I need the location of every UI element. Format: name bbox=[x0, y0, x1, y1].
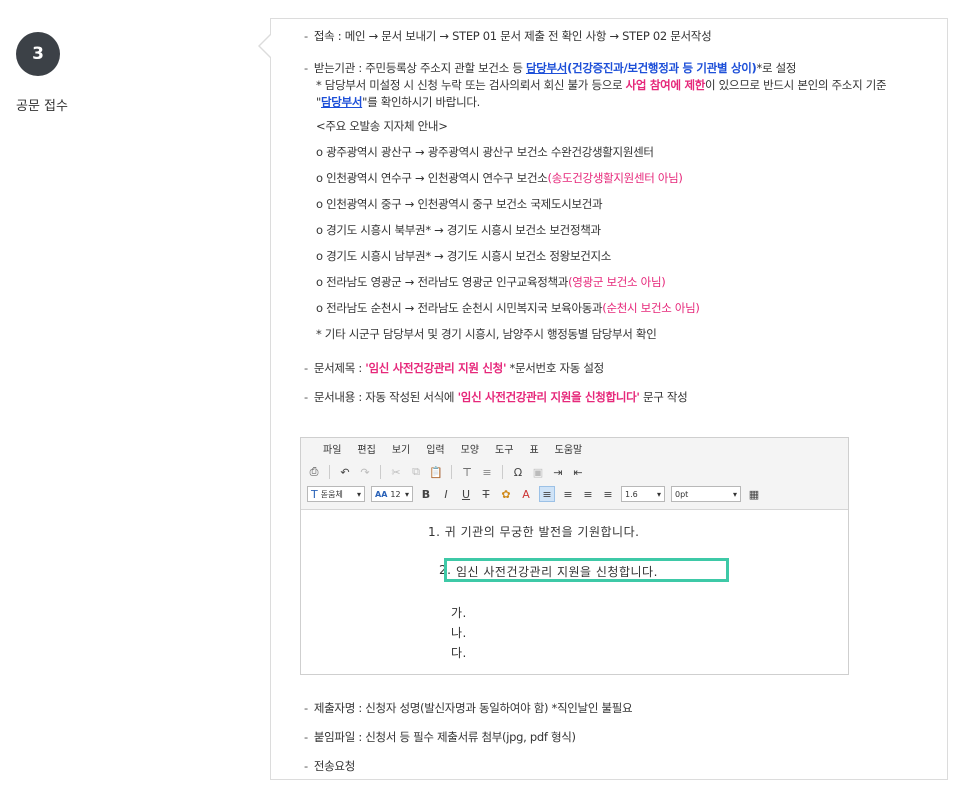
menu-view[interactable]: 보기 bbox=[384, 442, 418, 460]
instruction-box: - 접속 : 메인 → 문서 보내기 → STEP 01 문서 제출 전 확인 사… bbox=[258, 18, 948, 780]
redo-icon[interactable]: ↷ bbox=[358, 465, 372, 479]
item-title: - 문서제목 : '임신 사전건강관리 지원 신청' *문서번호 자동 설정 bbox=[304, 361, 604, 375]
guide-item: o 경기도 시흥시 북부권* → 경기도 시흥시 보건소 보건정책과 bbox=[316, 223, 601, 237]
item-recipient: - 받는기관 : 주민등록상 주소지 관할 보건소 등 담당부서(건강증진과/보건… bbox=[304, 61, 797, 75]
bold-icon[interactable]: B bbox=[419, 487, 433, 501]
guide-item: o 전라남도 순천시 → 전라남도 순천시 시민복지국 보육아동과(순천시 보건… bbox=[316, 301, 700, 315]
strikethrough-icon[interactable]: T bbox=[479, 487, 493, 501]
step-label: 공문 접수 bbox=[16, 99, 68, 114]
special-char-icon[interactable]: Ω bbox=[511, 465, 525, 479]
toolbar-row-1: ⎙ ↶ ↷ ✂ ⧉ 📋 ⊤ ≡ Ω ▣ ⇥ ⇤ bbox=[307, 463, 585, 481]
editor-line: 1. 귀 기관의 무궁한 발전을 기원합니다. bbox=[428, 525, 640, 539]
align-justify-icon[interactable]: ≡ bbox=[601, 487, 615, 501]
item-submitter: - 제출자명 : 신청자 성명(발신자명과 동일하여야 함) *직인날인 불필요 bbox=[304, 701, 633, 715]
image-icon[interactable]: ▣ bbox=[531, 465, 545, 479]
item-connect: - 접속 : 메인 → 문서 보내기 → STEP 01 문서 제출 전 확인 사… bbox=[304, 29, 712, 43]
menu-help[interactable]: 도움말 bbox=[547, 442, 591, 460]
guide-title: <주요 오발송 지자체 안내> bbox=[316, 119, 448, 133]
indent-icon[interactable]: ⇥ bbox=[551, 465, 565, 479]
notice-line: * 담당부서 미설정 시 신청 누락 또는 검사의뢰서 회신 불가 등으로 사업… bbox=[316, 78, 887, 92]
toolbar-row-2: T 돋움체 ▾ AA 12 ▾ B I U T ✿ A ≡ ≡ ≡ ≡ 1.6 ▾ 0pt… bbox=[307, 485, 761, 503]
menu-tools[interactable]: 도구 bbox=[487, 442, 521, 460]
align-icon[interactable]: ≡ bbox=[480, 465, 494, 479]
table-icon[interactable]: ▦ bbox=[747, 487, 761, 501]
align-center-icon[interactable]: ≡ bbox=[561, 487, 575, 501]
editor-subitem: 가. bbox=[451, 606, 467, 620]
department-link[interactable]: 담당부서 bbox=[526, 61, 567, 75]
editor-content[interactable]: 1. 귀 기관의 무궁한 발전을 기원합니다. 2. 임신 사전건강관리 지원을… bbox=[301, 510, 848, 674]
print-icon[interactable]: ⎙ bbox=[307, 465, 321, 479]
item-content: - 문서내용 : 자동 작성된 서식에 '임신 사전건강관리 지원을 신청합니다'… bbox=[304, 390, 688, 404]
menu-file[interactable]: 파일 bbox=[301, 442, 349, 460]
font-select[interactable]: T 돋움체 ▾ bbox=[307, 486, 365, 502]
font-color-icon[interactable]: A bbox=[519, 487, 533, 501]
guide-item: o 경기도 시흥시 남부권* → 경기도 시흥시 보건소 정왕보건지소 bbox=[316, 249, 612, 263]
document-editor: 파일 편집 보기 입력 모양 도구 표 도움말 ⎙ ↶ ↷ ✂ ⧉ 📋 ⊤ ≡ … bbox=[300, 437, 849, 675]
underline-icon[interactable]: U bbox=[459, 487, 473, 501]
highlight-color-icon[interactable]: ✿ bbox=[499, 487, 513, 501]
editor-line-highlighted: 임신 사전건강관리 지원을 신청합니다. bbox=[456, 565, 658, 579]
undo-icon[interactable]: ↶ bbox=[338, 465, 352, 479]
editor-subitem: 다. bbox=[451, 646, 467, 660]
paste-icon[interactable]: 📋 bbox=[429, 465, 443, 479]
editor-menu-bar: 파일 편집 보기 입력 모양 도구 표 도움말 bbox=[301, 442, 590, 460]
notice-line-2: "담당부서"를 확인하시기 바랍니다. bbox=[316, 95, 480, 109]
item-send: - 전송요청 bbox=[304, 759, 355, 773]
guide-note: * 기타 시군구 담당부서 및 경기 시흥시, 남양주시 행정동별 담당부서 확… bbox=[316, 327, 657, 341]
align-right-icon[interactable]: ≡ bbox=[581, 487, 595, 501]
menu-insert[interactable]: 입력 bbox=[418, 442, 452, 460]
insert-column-icon[interactable]: ⊤ bbox=[460, 465, 474, 479]
align-left-icon[interactable]: ≡ bbox=[539, 486, 555, 502]
guide-item: o 전라남도 영광군 → 전라남도 영광군 인구교육정책과(영광군 보건소 아님… bbox=[316, 275, 666, 289]
outdent-icon[interactable]: ⇤ bbox=[571, 465, 585, 479]
item-attachment: - 붙임파일 : 신청서 등 필수 제출서류 첨부(jpg, pdf 형식) bbox=[304, 730, 576, 744]
guide-item: o 광주광역시 광산구 → 광주광역시 광산구 보건소 수완건강생활지원센터 bbox=[316, 145, 654, 159]
font-size-select[interactable]: AA 12 ▾ bbox=[371, 486, 413, 502]
menu-edit[interactable]: 편집 bbox=[349, 442, 383, 460]
line-height-select[interactable]: 1.6 ▾ bbox=[621, 486, 665, 502]
cut-icon[interactable]: ✂ bbox=[389, 465, 403, 479]
guide-item: o 인천광역시 연수구 → 인천광역시 연수구 보건소(송도건강생활지원센터 아… bbox=[316, 171, 683, 185]
menu-format[interactable]: 모양 bbox=[453, 442, 487, 460]
step-badge: 3 bbox=[16, 32, 60, 76]
copy-icon[interactable]: ⧉ bbox=[409, 465, 423, 479]
letter-spacing-select[interactable]: 0pt ▾ bbox=[671, 486, 741, 502]
menu-table[interactable]: 표 bbox=[521, 442, 546, 460]
guide-item: o 인천광역시 중구 → 인천광역시 중구 보건소 국제도시보건과 bbox=[316, 197, 603, 211]
italic-icon[interactable]: I bbox=[439, 487, 453, 501]
editor-toolbar: 파일 편집 보기 입력 모양 도구 표 도움말 ⎙ ↶ ↷ ✂ ⧉ 📋 ⊤ ≡ … bbox=[301, 438, 848, 510]
department-link-2[interactable]: 담당부서 bbox=[321, 95, 362, 109]
editor-subitem: 나. bbox=[451, 626, 467, 640]
